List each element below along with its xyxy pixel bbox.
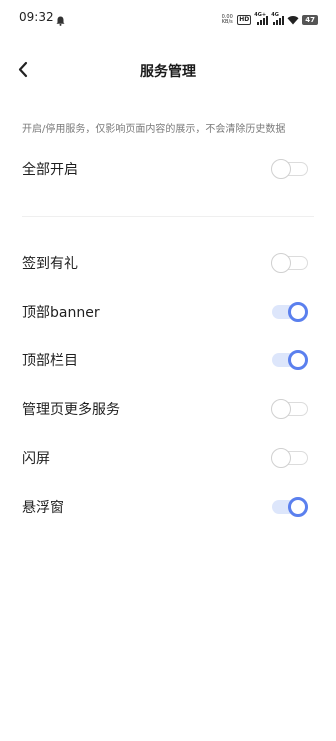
service-toggle-more-services[interactable]	[271, 398, 309, 420]
service-row-more-services: 管理页更多服务	[0, 387, 336, 431]
service-label: 顶部栏目	[22, 353, 78, 369]
master-toggle-switch[interactable]	[271, 158, 309, 180]
service-label: 闪屏	[22, 451, 50, 467]
hint-text: 开启/停用服务，仅影响页面内容的展示，不会清除历史数据	[22, 124, 286, 135]
signal-4g-label: 4G	[271, 11, 279, 18]
service-row-checkin: 签到有礼	[0, 241, 336, 285]
hd-icon: HD	[237, 14, 252, 25]
service-toggle-floating-window[interactable]	[271, 496, 309, 518]
service-toggle-checkin[interactable]	[271, 252, 309, 274]
master-toggle-row: 全部开启	[0, 147, 336, 191]
status-time: 09:32	[19, 10, 54, 24]
signal-4g-plus-label: 4G+	[254, 11, 267, 18]
signal-4g-icon: 4G	[271, 11, 285, 25]
master-toggle-label: 全部开启	[22, 162, 78, 178]
service-row-top-banner: 顶部banner	[0, 290, 336, 334]
service-label: 管理页更多服务	[22, 402, 120, 418]
notification-bell-icon	[56, 11, 65, 30]
wifi-icon	[287, 10, 299, 29]
service-row-splash: 闪屏	[0, 436, 336, 480]
battery-icon: 47	[302, 14, 318, 25]
toggle-knob	[271, 448, 291, 468]
network-speed-unit: KB/s	[221, 18, 233, 25]
status-icons: 0.00 KB/s HD 4G+ 4G 47	[220, 10, 318, 29]
toggle-knob	[271, 399, 291, 419]
service-label: 顶部banner	[22, 305, 100, 321]
service-row-top-columns: 顶部栏目	[0, 338, 336, 382]
page-title: 服务管理	[140, 64, 196, 80]
service-label: 签到有礼	[22, 256, 78, 272]
service-toggle-top-columns[interactable]	[271, 349, 309, 371]
toggle-knob	[288, 302, 308, 322]
service-label: 悬浮窗	[22, 500, 64, 516]
toggle-knob	[288, 497, 308, 517]
toggle-knob	[288, 350, 308, 370]
network-speed: 0.00 KB/s	[220, 14, 234, 25]
toggle-knob	[271, 253, 291, 273]
status-bar: 09:32 0.00 KB/s HD 4G+ 4G 47	[0, 0, 336, 36]
service-row-floating-window: 悬浮窗	[0, 485, 336, 529]
signal-4g-plus-icon: 4G+	[254, 11, 269, 25]
service-toggle-top-banner[interactable]	[271, 301, 309, 323]
service-toggle-splash[interactable]	[271, 447, 309, 469]
toggle-knob	[271, 159, 291, 179]
section-divider	[22, 216, 314, 217]
